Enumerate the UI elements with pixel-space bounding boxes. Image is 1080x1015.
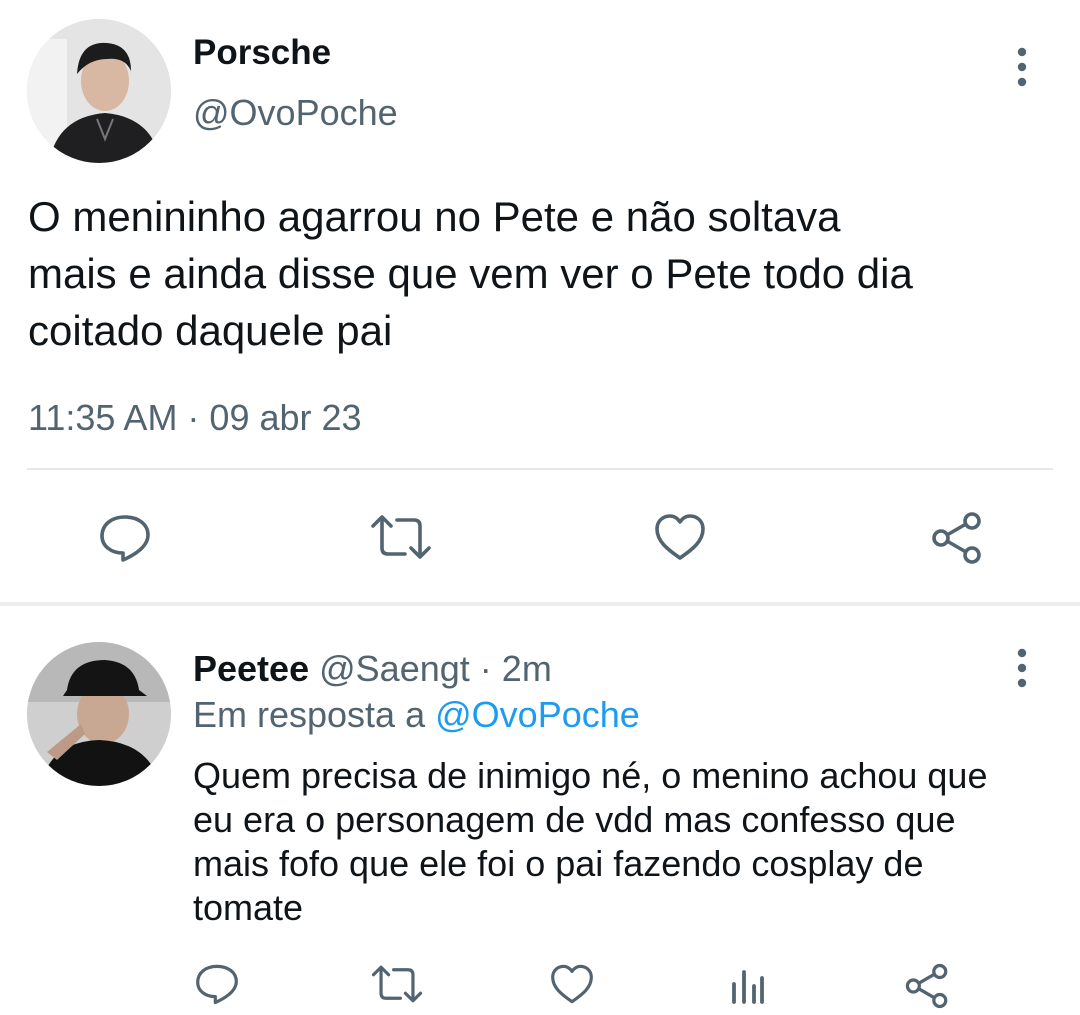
divider [27, 468, 1053, 470]
replying-to-link[interactable]: @OvoPoche [435, 694, 640, 735]
reply-text-line: tomate [193, 887, 304, 928]
reply-separator: · [479, 648, 492, 689]
reply-share-icon[interactable] [904, 963, 950, 1009]
reply-header: Peetee @Saengt · 2m [193, 648, 552, 690]
author-name[interactable]: Porsche [193, 32, 331, 74]
reply-author-avatar[interactable] [27, 642, 171, 786]
tweet-text-line: O menininho agarrou no Pete e não soltav… [28, 193, 841, 240]
author-handle[interactable]: @OvoPoche [193, 92, 398, 134]
tweet-text-line: mais e ainda disse que vem ver o Pete to… [28, 250, 913, 297]
reply-text-line: eu era o personagem de vdd mas confesso … [193, 799, 956, 840]
reply-icon[interactable] [98, 513, 152, 563]
author-avatar[interactable] [27, 19, 171, 163]
tweet-timestamp[interactable]: 11:35 AM · 09 abr 23 [28, 396, 362, 440]
reply-author-handle[interactable]: @Saengt [319, 648, 470, 689]
reply-text-line: Quem precisa de inimigo né, o menino ach… [193, 755, 988, 796]
replying-to: Em resposta a @OvoPoche [193, 694, 640, 736]
retweet-icon[interactable] [369, 512, 433, 562]
reply-like-icon[interactable] [549, 963, 595, 1005]
more-options-icon[interactable] [1007, 42, 1037, 92]
tweet-text: O menininho agarrou no Pete e não soltav… [28, 188, 913, 359]
reply-text: Quem precisa de inimigo né, o menino ach… [193, 754, 987, 930]
reply-author-name[interactable]: Peetee [193, 648, 309, 689]
reply-reply-icon[interactable] [194, 963, 240, 1005]
replying-prefix: Em resposta a [193, 694, 426, 735]
reply-age[interactable]: 2m [502, 648, 552, 689]
section-divider [0, 602, 1080, 606]
reply-text-line: mais fofo que ele foi o pai fazendo cosp… [193, 843, 924, 884]
reply-more-options-icon[interactable] [1007, 643, 1037, 693]
tweet-text-line: coitado daquele pai [28, 307, 393, 354]
analytics-icon[interactable] [728, 964, 768, 1006]
like-icon[interactable] [653, 512, 707, 562]
reply-retweet-icon[interactable] [370, 963, 424, 1005]
share-icon[interactable] [930, 511, 984, 565]
